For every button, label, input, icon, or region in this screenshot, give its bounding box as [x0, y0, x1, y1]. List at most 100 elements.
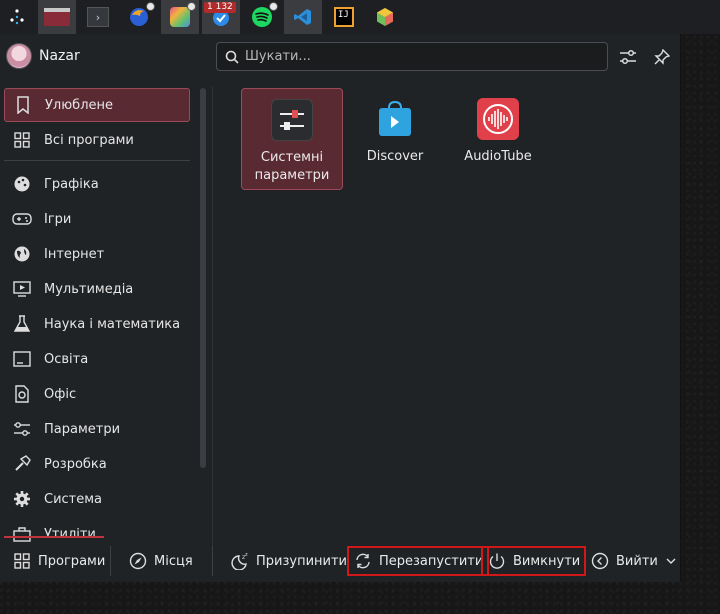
sidebar-item-graphics[interactable]: Графіка: [4, 167, 190, 201]
taskbar-chat-app[interactable]: 1 132: [202, 0, 240, 34]
gear-icon: [12, 489, 32, 509]
sidebar-item-label: Параметри: [44, 421, 121, 437]
tab-places-label: Місця: [154, 553, 193, 569]
favorite-label: AudioTube: [464, 149, 532, 164]
app-launcher-icon: [10, 9, 24, 25]
sidebar-item-label: Розробка: [44, 456, 107, 472]
search-box[interactable]: [216, 42, 608, 71]
taskbar-window-1[interactable]: [38, 0, 76, 34]
svg-text:z: z: [245, 552, 248, 558]
terminal-icon: ›: [87, 7, 109, 27]
launcher-header: Nazar: [0, 34, 681, 80]
sliders-icon: [620, 49, 636, 65]
bookmark-icon: [13, 95, 33, 115]
system-settings-icon: [271, 99, 313, 141]
username: Nazar: [39, 48, 80, 64]
colors-app-icon: [170, 7, 190, 27]
taskbar: › 1 132 IJ: [0, 0, 720, 34]
sidebar-item-label: Всі програми: [44, 132, 134, 148]
sidebar-item-office[interactable]: Офіс: [4, 377, 190, 411]
favorite-audiotube[interactable]: AudioTube: [447, 88, 549, 190]
tab-programs[interactable]: Програми: [8, 546, 109, 576]
window-thumbnail-icon: [44, 8, 70, 26]
sleep-button[interactable]: zz Призупинити: [226, 546, 351, 576]
unread-count-badge: 1 132: [204, 2, 236, 13]
tab-programs-label: Програми: [38, 553, 106, 569]
tab-places[interactable]: Місця: [124, 546, 197, 576]
sidebar-item-multimedia[interactable]: Мультимедіа: [4, 272, 190, 306]
compass-icon: [128, 551, 148, 571]
grid-icon: [12, 551, 32, 571]
pin-icon: [654, 49, 670, 65]
sidebar-item-label: Офіс: [44, 386, 77, 402]
search-icon: [225, 50, 239, 64]
chevron-left-circle-icon: [590, 551, 610, 571]
sidebar-item-label: Наука і математика: [44, 316, 181, 332]
panel-divider: [212, 86, 213, 546]
sidebar-item-system[interactable]: Система: [4, 482, 190, 516]
vscode-icon: [294, 9, 311, 25]
sidebar-item-games[interactable]: Ігри: [4, 202, 190, 236]
power-icon: [487, 551, 507, 571]
footer-divider: [212, 546, 213, 576]
gamepad-icon: [12, 209, 32, 229]
discover-icon: [374, 98, 416, 140]
favorite-system-settings[interactable]: Системні параметри: [241, 88, 343, 190]
sidebar-item-all-apps[interactable]: Всі програми: [4, 123, 190, 157]
app-launcher-button[interactable]: [0, 0, 34, 34]
intellij-icon: IJ: [334, 7, 354, 27]
notification-badge: [187, 2, 196, 11]
configure-button[interactable]: [617, 46, 639, 68]
sidebar-item-label: Ігри: [44, 211, 72, 227]
restart-label: Перезапустити: [379, 553, 484, 569]
launcher-footer: Програми Місця zz Призупинити Перезапуст…: [0, 538, 681, 582]
taskbar-vscode[interactable]: [284, 0, 322, 34]
sidebar-item-label: Улюблене: [45, 97, 113, 113]
taskbar-spotify[interactable]: [243, 0, 281, 34]
shutdown-button[interactable]: Вимкнути: [481, 546, 587, 576]
taskbar-colors-app[interactable]: [161, 0, 199, 34]
media-icon: [12, 279, 32, 299]
sidebar-item-internet[interactable]: Інтернет: [4, 237, 190, 271]
document-icon: [12, 384, 32, 404]
footer-divider: [110, 546, 111, 576]
audiotube-icon: [477, 98, 519, 140]
avatar[interactable]: [6, 43, 32, 69]
hammer-icon: [12, 454, 32, 474]
favorite-label: Системні параметри: [254, 150, 330, 183]
search-input[interactable]: [245, 49, 585, 64]
sidebar-item-label: Освіта: [44, 351, 89, 367]
taskbar-firefox[interactable]: [120, 0, 158, 34]
sidebar-item-settings[interactable]: Параметри: [4, 412, 190, 446]
sidebar-item-label: Інтернет: [44, 246, 105, 262]
sidebar-item-education[interactable]: Освіта: [4, 342, 190, 376]
sidebar-item-label: Мультимедіа: [44, 281, 134, 297]
grid-icon: [12, 130, 32, 150]
logout-label: Вийти: [616, 553, 658, 569]
sidebar-item-favorites[interactable]: Улюблене: [4, 88, 190, 122]
sidebar-divider: [4, 160, 190, 161]
globe-icon: [12, 244, 32, 264]
app-launcher-panel: Nazar Шукати... Улюблене Всі програми Гр…: [0, 34, 681, 582]
sidebar-item-science[interactable]: Наука і математика: [4, 307, 190, 341]
sliders-icon: [12, 419, 32, 439]
restart-icon: [353, 551, 373, 571]
sidebar-item-development[interactable]: Розробка: [4, 447, 190, 481]
flask-icon: [12, 314, 32, 334]
notification-badge: [146, 2, 155, 11]
sleep-icon: zz: [230, 551, 250, 571]
sleep-label: Призупинити: [256, 553, 347, 569]
sidebar-item-label: Система: [44, 491, 103, 507]
taskbar-cube-app[interactable]: [366, 0, 404, 34]
logout-button[interactable]: Вийти: [586, 546, 680, 576]
taskbar-terminal[interactable]: ›: [79, 0, 117, 34]
restart-button[interactable]: Перезапустити: [347, 546, 490, 576]
pin-button[interactable]: [651, 46, 673, 68]
palette-icon: [12, 174, 32, 194]
chevron-down-icon[interactable]: [666, 554, 676, 569]
cube-app-icon: [377, 8, 393, 26]
favorite-discover[interactable]: Discover: [344, 88, 446, 190]
category-sidebar: Улюблене Всі програми Графіка Ігри Інтер…: [0, 86, 196, 542]
sidebar-scrollbar[interactable]: [200, 88, 206, 468]
taskbar-intellij[interactable]: IJ: [325, 0, 363, 34]
